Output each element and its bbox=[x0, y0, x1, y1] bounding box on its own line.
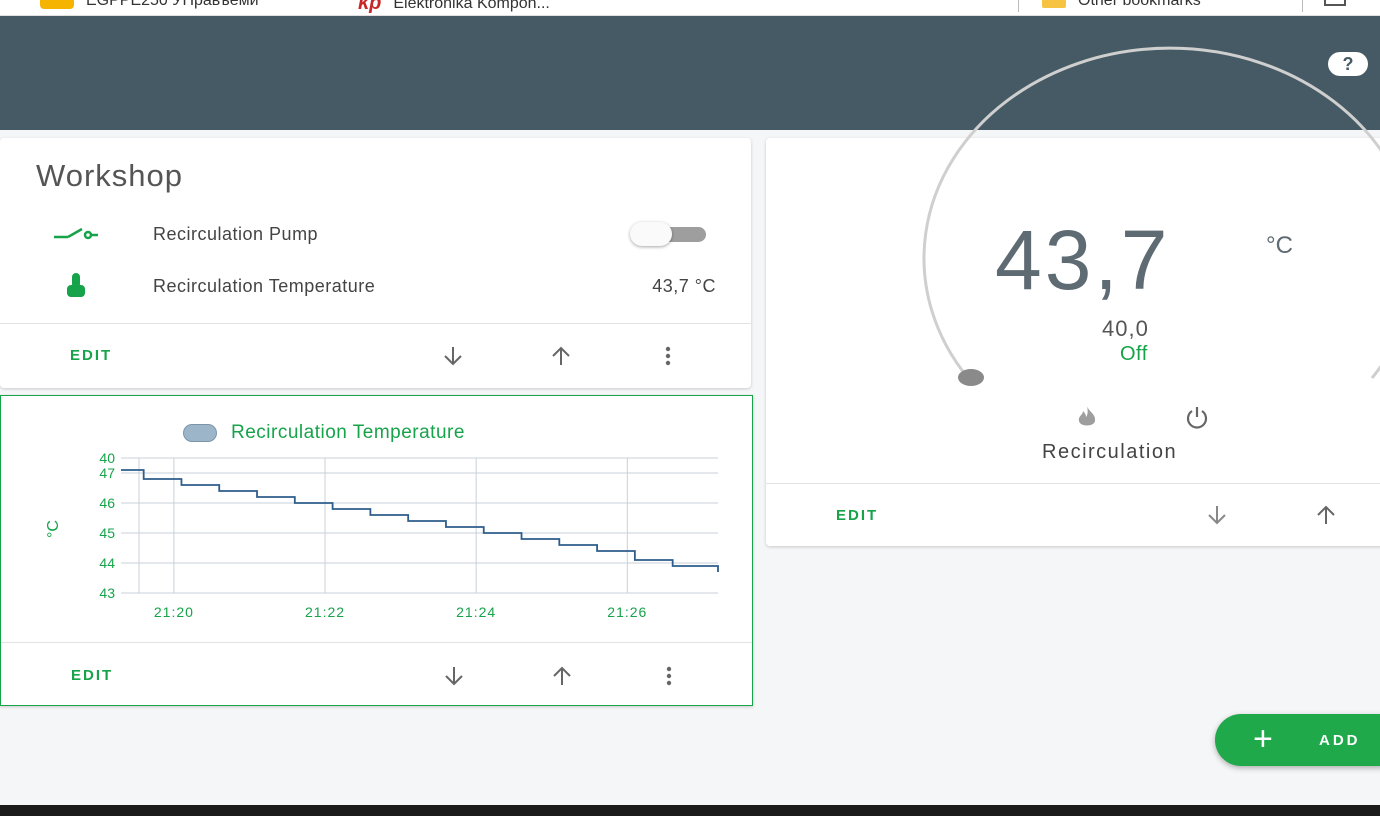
entity-row-recirculation-temperature[interactable]: Recirculation Temperature 43,7 °C bbox=[0, 270, 750, 300]
target-temperature: 40,0 bbox=[1102, 316, 1149, 341]
x-tick-label: 21:22 bbox=[305, 604, 345, 620]
series-line bbox=[121, 469, 719, 572]
kp-favicon-icon: kp bbox=[358, 0, 382, 14]
taskbar bbox=[0, 805, 1380, 816]
card-divider bbox=[766, 483, 1380, 484]
card-title: Workshop bbox=[36, 158, 183, 193]
hvac-mode: Off bbox=[1120, 343, 1148, 365]
power-icon[interactable] bbox=[1182, 402, 1212, 432]
bookmark-item[interactable]: kp Elektronika Kompon... bbox=[358, 0, 550, 15]
reading-list-icon bbox=[1324, 0, 1346, 6]
bookmark-label: EGPPE250 УПравъеми bbox=[86, 0, 259, 9]
add-button[interactable]: + ADD bbox=[1215, 714, 1380, 766]
entity-row[interactable] bbox=[0, 356, 750, 386]
y-tick-label: 44 bbox=[99, 555, 115, 571]
dots-vertical-icon[interactable] bbox=[654, 661, 684, 691]
entity-row-recirculation-pump[interactable]: Recirculation Pump bbox=[0, 218, 750, 248]
history-graph-card: Recirculation Temperature °C 40 47 46 45 44 4… bbox=[0, 395, 753, 706]
toggle-thumb bbox=[630, 222, 672, 246]
arrow-down-icon[interactable] bbox=[439, 661, 469, 691]
card-divider bbox=[0, 323, 751, 324]
y-tick-label: 46 bbox=[99, 495, 115, 511]
bookmark-separator bbox=[1018, 0, 1019, 12]
other-bookmarks[interactable]: Other bookmarks bbox=[1042, 0, 1201, 10]
fire-icon[interactable] bbox=[1072, 402, 1102, 432]
arrow-up-icon[interactable] bbox=[546, 341, 576, 371]
y-tick-label: 45 bbox=[99, 525, 115, 541]
edit-button[interactable]: EDIT bbox=[71, 667, 113, 684]
arrow-up-icon[interactable] bbox=[1311, 500, 1341, 530]
x-tick-label: 21:26 bbox=[607, 604, 647, 620]
entity-state: 43,7 °C bbox=[652, 276, 716, 296]
switch-icon bbox=[52, 220, 100, 246]
y-tick-label: 40 bbox=[99, 450, 115, 466]
thermometer-icon bbox=[52, 272, 100, 298]
edit-button[interactable]: EDIT bbox=[836, 507, 878, 524]
thermostat-name: Recirculation bbox=[1042, 441, 1178, 463]
folder-icon bbox=[1042, 0, 1066, 8]
plus-icon: + bbox=[1253, 720, 1273, 758]
bookmark-favicon-icon bbox=[40, 0, 74, 9]
y-tick-label: 43 bbox=[99, 585, 115, 601]
thermostat-card: EDIT bbox=[766, 138, 1380, 546]
y-tick-label: 47 bbox=[99, 465, 115, 481]
help-circle-icon[interactable]: ? bbox=[1328, 52, 1368, 76]
bookmark-label: Other bookmarks bbox=[1078, 0, 1201, 9]
card-divider bbox=[1, 642, 752, 643]
entity-name: Recirculation Pump bbox=[153, 224, 319, 244]
dial-handle[interactable] bbox=[958, 369, 984, 386]
arrow-down-icon[interactable] bbox=[1202, 500, 1232, 530]
temperature-chart: 4047 46 45 44 43 21:20 21:22 21:24 21:26 bbox=[99, 450, 719, 620]
reading-list-item[interactable] bbox=[1324, 0, 1346, 6]
arrow-down-icon[interactable] bbox=[438, 341, 468, 371]
pump-toggle[interactable] bbox=[630, 222, 708, 246]
temperature-unit: °C bbox=[1266, 232, 1293, 259]
bookmarks-bar: EGPPE250 УПравъеми kp Elektronika Kompon… bbox=[0, 0, 1380, 16]
x-tick-label: 21:24 bbox=[456, 604, 496, 620]
bookmark-label: Elektronika Kompon... bbox=[393, 0, 550, 12]
entity-name: Recirculation Temperature bbox=[153, 276, 376, 296]
app-toolbar: ? bbox=[0, 16, 1380, 130]
arrow-up-icon[interactable] bbox=[547, 661, 577, 691]
dots-vertical-icon[interactable] bbox=[653, 341, 683, 371]
bookmark-item[interactable]: EGPPE250 УПравъеми bbox=[40, 0, 259, 10]
bookmark-separator bbox=[1302, 0, 1303, 12]
entities-card: Workshop Recirculation Pump Recirculatio… bbox=[0, 138, 751, 388]
add-button-label: ADD bbox=[1319, 732, 1361, 749]
edit-button[interactable]: EDIT bbox=[70, 347, 112, 364]
current-temperature: 43,7 bbox=[995, 213, 1171, 307]
x-tick-label: 21:20 bbox=[154, 604, 194, 620]
